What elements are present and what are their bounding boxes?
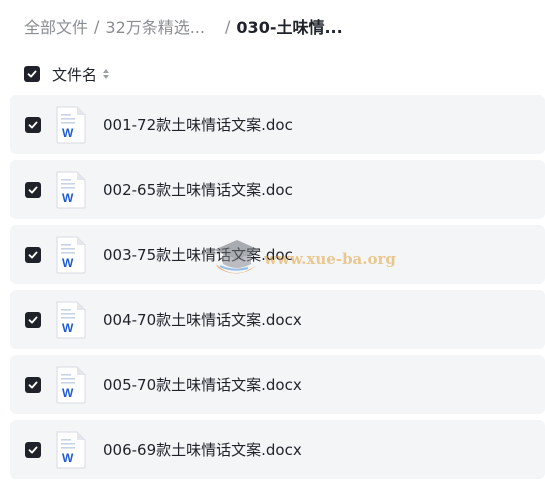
file-name[interactable]: 001-72款土味情话文案.doc bbox=[103, 114, 293, 135]
file-name[interactable]: 002-65款土味情话文案.doc bbox=[103, 179, 293, 200]
file-name[interactable]: 004-70款土味情话文案.docx bbox=[103, 309, 302, 330]
file-checkbox[interactable] bbox=[25, 181, 41, 198]
check-icon bbox=[28, 251, 38, 258]
file-browser: 全部文件 / 32万条精选... / 030-土味情... 文件名 W 001-… bbox=[0, 0, 545, 491]
word-doc-icon: W bbox=[55, 236, 87, 274]
breadcrumb-root[interactable]: 全部文件 bbox=[24, 14, 88, 38]
file-name[interactable]: 005-70款土味情话文案.docx bbox=[103, 374, 302, 395]
file-checkbox[interactable] bbox=[25, 116, 41, 133]
check-icon bbox=[28, 381, 38, 388]
svg-text:W: W bbox=[62, 386, 74, 400]
svg-text:W: W bbox=[62, 451, 74, 465]
svg-text:W: W bbox=[62, 191, 74, 205]
check-icon bbox=[28, 316, 38, 323]
word-doc-icon: W bbox=[55, 106, 87, 144]
file-name[interactable]: 003-75款土味情话文案.doc bbox=[103, 244, 293, 265]
svg-text:W: W bbox=[62, 256, 74, 270]
column-header-filename: 文件名 bbox=[52, 65, 98, 84]
list-header: 文件名 bbox=[24, 63, 110, 85]
svg-text:W: W bbox=[62, 126, 74, 140]
sort-icon[interactable] bbox=[102, 68, 110, 80]
file-list: W 001-72款土味情话文案.doc W 002-65款土味情话文案.doc bbox=[10, 95, 545, 485]
file-row[interactable]: W 002-65款土味情话文案.doc bbox=[10, 160, 545, 219]
file-row[interactable]: W 005-70款土味情话文案.docx bbox=[10, 355, 545, 414]
word-doc-icon: W bbox=[55, 301, 87, 339]
file-row[interactable]: W 004-70款土味情话文案.docx bbox=[10, 290, 545, 349]
check-icon bbox=[28, 186, 38, 193]
file-checkbox[interactable] bbox=[25, 246, 41, 263]
breadcrumb-current: 030-土味情... bbox=[236, 18, 343, 37]
file-row[interactable]: W 003-75款土味情话文案.doc bbox=[10, 225, 545, 284]
breadcrumb-parent[interactable]: 32万条精选... bbox=[105, 14, 205, 38]
file-row[interactable]: W 001-72款土味情话文案.doc bbox=[10, 95, 545, 154]
check-icon bbox=[28, 121, 38, 128]
file-row[interactable]: W 006-69款土味情话文案.docx bbox=[10, 420, 545, 479]
breadcrumb: 全部文件 / 32万条精选... / 030-土味情... bbox=[24, 14, 343, 38]
check-icon bbox=[27, 70, 37, 78]
word-doc-icon: W bbox=[55, 431, 87, 469]
check-icon bbox=[28, 446, 38, 453]
select-all-checkbox[interactable] bbox=[24, 66, 40, 82]
svg-text:W: W bbox=[62, 321, 74, 335]
file-checkbox[interactable] bbox=[25, 376, 41, 393]
file-name[interactable]: 006-69款土味情话文案.docx bbox=[103, 439, 302, 460]
word-doc-icon: W bbox=[55, 366, 87, 404]
file-checkbox[interactable] bbox=[25, 441, 41, 458]
breadcrumb-separator: / bbox=[94, 16, 100, 36]
breadcrumb-separator: / bbox=[225, 16, 231, 36]
word-doc-icon: W bbox=[55, 171, 87, 209]
file-checkbox[interactable] bbox=[25, 311, 41, 328]
